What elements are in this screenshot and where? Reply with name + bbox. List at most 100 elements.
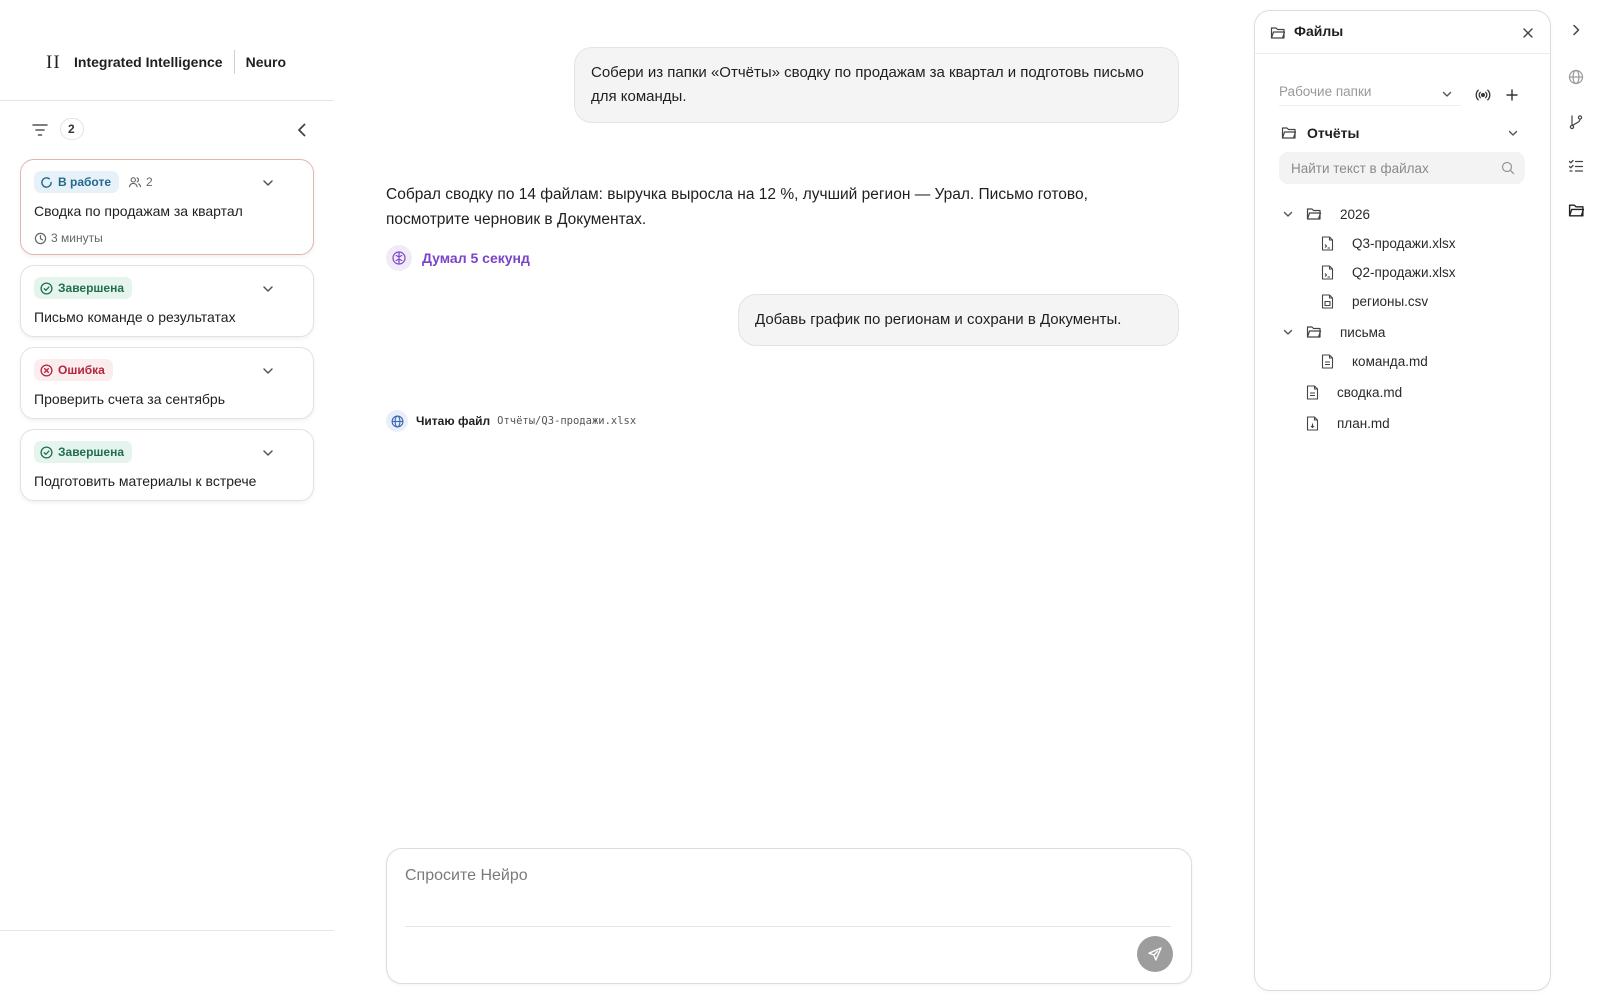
workspace-select[interactable]: Рабочие папки xyxy=(1279,84,1461,106)
globe-icon xyxy=(386,410,408,432)
chevron-down-icon xyxy=(1282,208,1294,220)
sidebar-bottom-divider xyxy=(0,930,334,931)
tree-label: команда.md xyxy=(1352,353,1428,369)
document-icon xyxy=(1321,293,1334,309)
tree-folder[interactable]: 2026 xyxy=(1282,202,1370,226)
user-message: Добавь график по регионам и сохрани в До… xyxy=(738,294,1179,346)
members-count: 2 xyxy=(128,175,153,189)
send-button[interactable] xyxy=(1137,936,1173,972)
brain-icon xyxy=(386,245,412,271)
tool-activity: Читаю файл Отчёты/Q3-продажи.xlsx xyxy=(386,410,636,432)
brand-name: Integrated Intelligence xyxy=(74,54,223,70)
task-card[interactable]: В работе 2 Сводка по продажам за квартал… xyxy=(20,159,314,255)
members-label: 2 xyxy=(146,175,153,189)
status-badge: Ошибка xyxy=(34,359,113,381)
sidebar: II Integrated Intelligence Neuro 2 В раб… xyxy=(0,0,334,1000)
file-search-input[interactable] xyxy=(1291,159,1491,177)
document-icon xyxy=(1321,353,1334,369)
chevron-right-icon[interactable] xyxy=(1562,16,1590,44)
user-message: Собери из папки «Отчёты» сводку по прода… xyxy=(574,47,1179,123)
chevron-down-icon[interactable] xyxy=(261,364,275,378)
status-badge: Завершена xyxy=(34,277,133,299)
clock-icon xyxy=(34,232,51,245)
tool-label: Читаю файл xyxy=(416,414,491,428)
folder-icon[interactable] xyxy=(1562,196,1590,224)
spreadsheet-icon xyxy=(1321,235,1334,251)
globe-icon[interactable] xyxy=(1562,63,1590,91)
selected-folder-label: Отчёты xyxy=(1307,125,1360,141)
chevron-left-icon[interactable] xyxy=(292,120,312,140)
tree-label: Q3-продажи.xlsx xyxy=(1352,235,1456,251)
send-icon xyxy=(1147,946,1163,962)
filter-count-badge[interactable]: 2 xyxy=(60,118,84,140)
tree-label: письма xyxy=(1340,324,1386,340)
tree-file[interactable]: команда.md xyxy=(1321,349,1428,373)
tree-file[interactable]: сводка.md xyxy=(1306,380,1402,404)
task-card[interactable]: Завершена Письмо команде о результатах xyxy=(20,265,314,337)
tree-file[interactable]: Q3-продажи.xlsx xyxy=(1321,231,1456,255)
x-circle-icon xyxy=(40,363,58,377)
folder-icon xyxy=(1306,207,1322,221)
brand-divider xyxy=(233,50,235,74)
tree-folder[interactable]: письма xyxy=(1282,320,1385,344)
task-meta: В работе 2 xyxy=(34,171,153,193)
task-filter-row: 2 xyxy=(30,118,312,142)
files-panel: Файлы Рабочие папки Отчёты 2026 xyxy=(1254,10,1551,991)
chevron-down-icon[interactable] xyxy=(261,446,275,460)
tree-file[interactable]: Q2-продажи.xlsx xyxy=(1321,260,1456,284)
folder-select[interactable]: Отчёты xyxy=(1277,119,1527,147)
plus-icon[interactable] xyxy=(1499,84,1525,106)
tool-file-path: Отчёты/Q3-продажи.xlsx xyxy=(497,415,637,427)
chevron-down-icon[interactable] xyxy=(261,282,275,296)
task-title: Подготовить материалы к встрече xyxy=(34,473,257,489)
message-input[interactable] xyxy=(405,863,1171,889)
workspace-select-label: Рабочие папки xyxy=(1279,84,1372,99)
git-branch-icon[interactable] xyxy=(1562,108,1590,136)
task-meta: Ошибка xyxy=(34,359,113,381)
file-search xyxy=(1279,152,1525,184)
composer-divider xyxy=(405,926,1171,927)
task-duration: 3 минуты xyxy=(34,231,103,245)
brand-logo: II xyxy=(46,51,61,73)
status-label: Ошибка xyxy=(58,363,105,377)
status-label: Завершена xyxy=(58,445,125,459)
tree-label: сводка.md xyxy=(1337,384,1403,400)
task-meta: Завершена xyxy=(34,441,133,463)
folder-icon xyxy=(1270,25,1286,41)
folder-icon xyxy=(1306,325,1322,339)
message-composer xyxy=(386,848,1192,984)
status-label: В работе xyxy=(58,175,111,189)
status-badge: В работе xyxy=(34,171,119,193)
task-time-label: 3 минуты xyxy=(51,231,103,245)
check-circle-icon xyxy=(40,445,58,459)
tree-file[interactable]: план.md xyxy=(1306,411,1390,435)
spreadsheet-icon xyxy=(1321,264,1334,280)
tree-label: 2026 xyxy=(1340,206,1371,222)
thinking-indicator[interactable]: Думал 5 секунд xyxy=(386,245,530,271)
files-panel-title: Файлы xyxy=(1294,23,1344,39)
filter-icon[interactable] xyxy=(30,120,50,140)
check-circle-icon xyxy=(40,281,58,295)
task-card[interactable]: Ошибка Проверить счета за сентябрь xyxy=(20,347,314,419)
checklist-icon[interactable] xyxy=(1562,152,1590,180)
task-meta: Завершена xyxy=(34,277,133,299)
task-card[interactable]: Завершена Подготовить материалы к встреч… xyxy=(20,429,314,501)
document-icon xyxy=(1306,384,1319,400)
assistant-message: Собрал сводку по 14 файлам: выручка выро… xyxy=(386,186,1088,228)
chevron-down-icon xyxy=(1507,127,1519,139)
status-badge: Завершена xyxy=(34,441,133,463)
folder-icon xyxy=(1281,126,1297,140)
close-icon[interactable] xyxy=(1520,25,1536,41)
broadcast-icon[interactable] xyxy=(1470,84,1496,106)
spinner-icon xyxy=(40,176,58,189)
tree-label: план.md xyxy=(1337,415,1390,431)
tree-file[interactable]: регионы.csv xyxy=(1321,289,1428,313)
chevron-down-icon[interactable] xyxy=(261,176,275,190)
status-label: Завершена xyxy=(58,281,125,295)
brand[interactable]: II Integrated Intelligence Neuro xyxy=(46,50,286,74)
task-title: Письмо команде о результатах xyxy=(34,309,236,325)
document-icon xyxy=(1306,415,1319,431)
chevron-down-icon xyxy=(1282,326,1294,338)
tree-label: Q2-продажи.xlsx xyxy=(1352,264,1456,280)
sidebar-divider xyxy=(0,100,334,101)
